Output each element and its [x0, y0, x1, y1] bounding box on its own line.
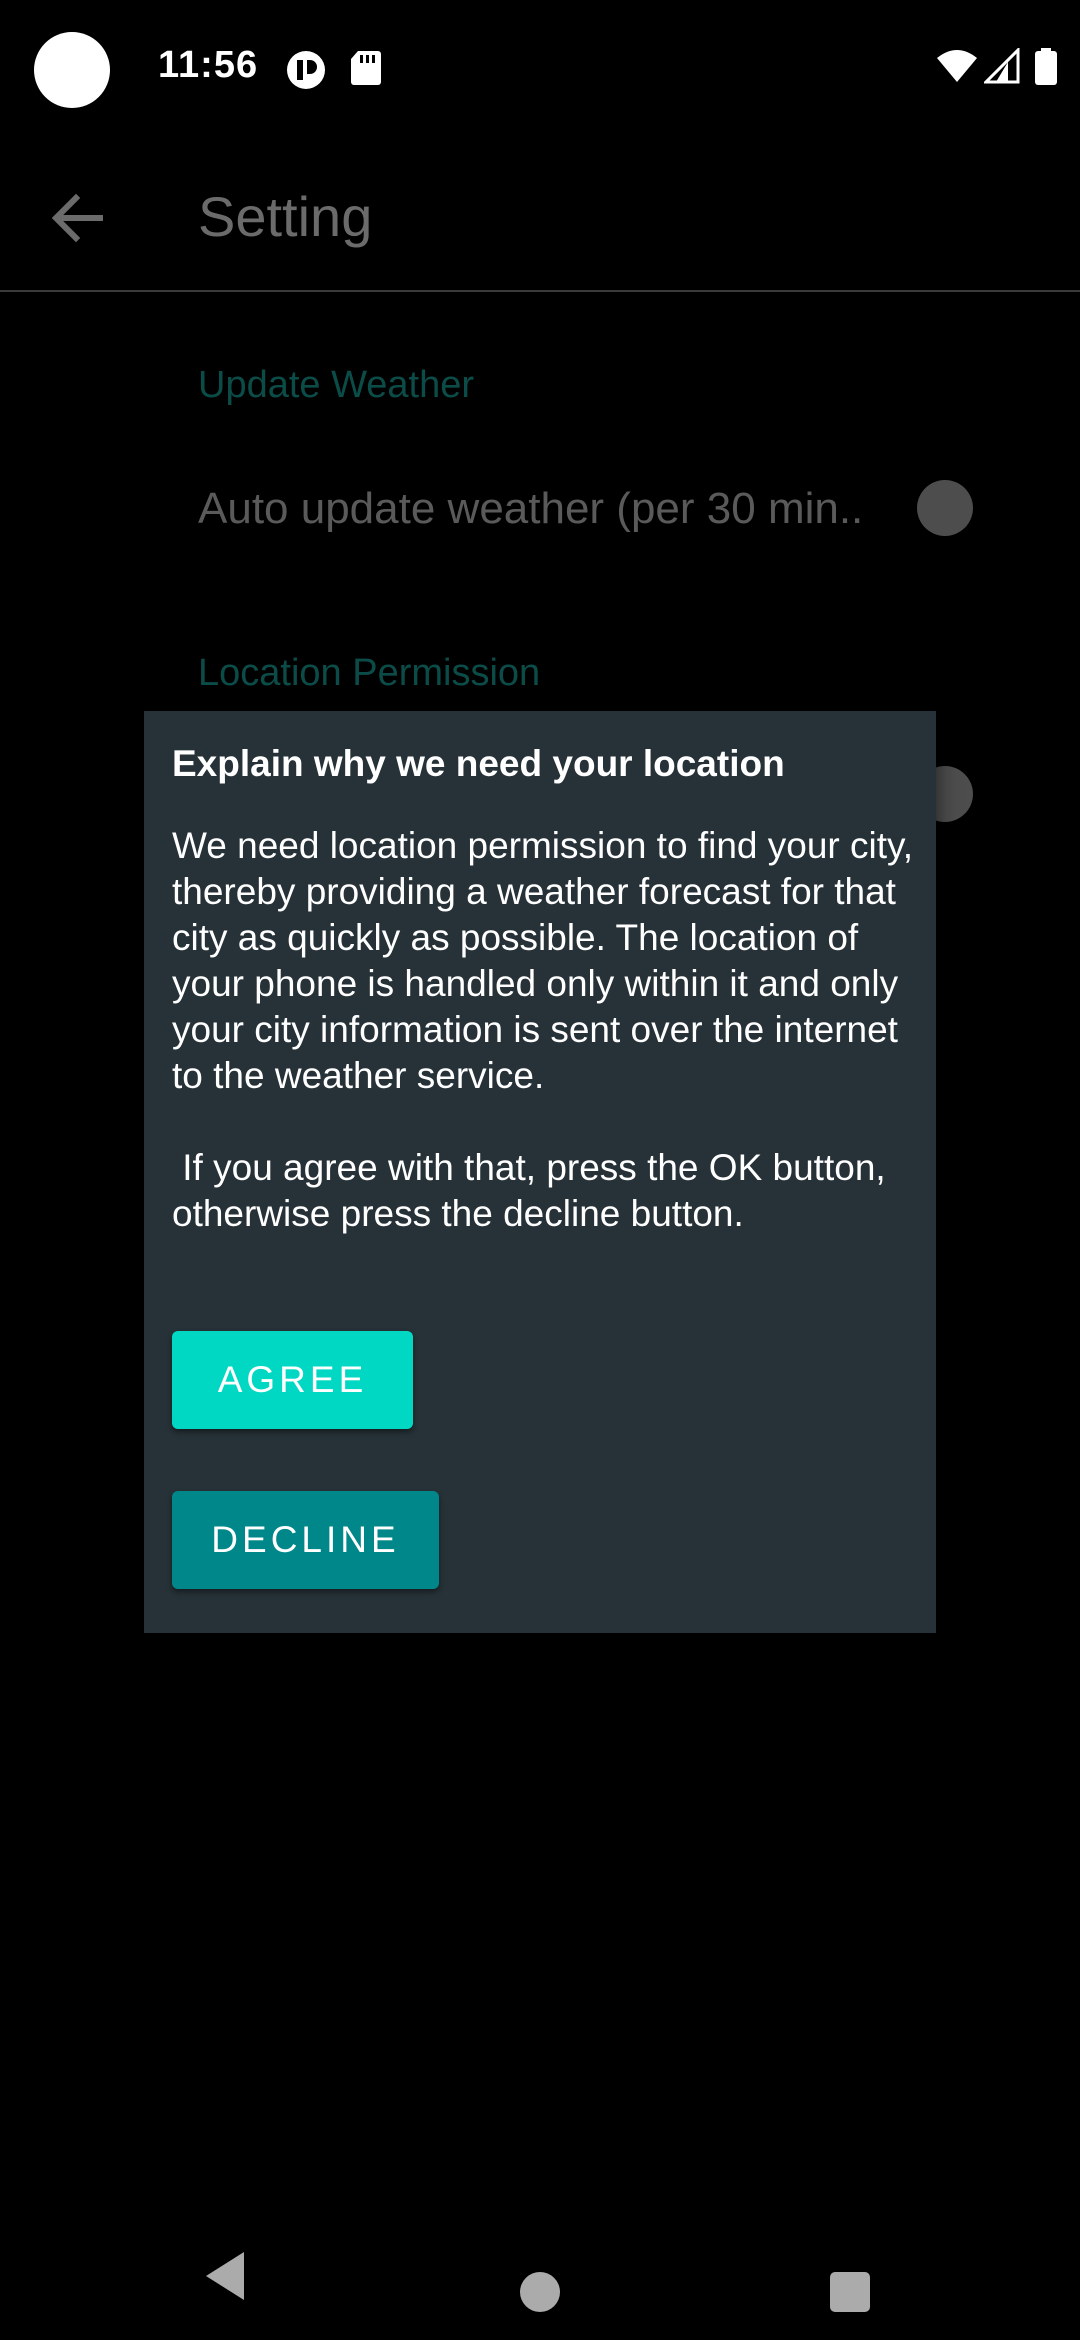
- dialog-title: Explain why we need your location: [172, 743, 785, 784]
- location-permission-dialog: Explain why we need your location We nee…: [144, 711, 936, 1633]
- screen: 11:56 Setting Update Weather Auto update…: [0, 0, 1080, 2340]
- signal-icon: [982, 46, 1020, 89]
- app-bar: Setting: [0, 140, 1080, 292]
- sd-card-icon: [350, 50, 382, 91]
- status-time: 11:56: [158, 44, 259, 86]
- nav-back-icon[interactable]: [204, 2250, 246, 2307]
- dialog-message: We need location permission to find your…: [172, 825, 914, 1234]
- nav-recents-icon[interactable]: [830, 2272, 870, 2312]
- section-header-update-weather: Update Weather: [198, 364, 475, 406]
- nav-home-icon[interactable]: [520, 2272, 560, 2312]
- page-title: Setting: [198, 185, 373, 248]
- decline-button[interactable]: DECLINE: [172, 1491, 439, 1589]
- back-button[interactable]: [40, 180, 116, 256]
- notification-app-icon: [286, 50, 326, 95]
- auto-update-label[interactable]: Auto update weather (per 30 min..: [198, 484, 863, 534]
- auto-update-toggle[interactable]: [917, 480, 973, 536]
- battery-icon: [1034, 48, 1058, 91]
- wifi-icon: [936, 48, 978, 89]
- agree-button[interactable]: AGREE: [172, 1331, 413, 1429]
- arrow-back-icon: [51, 193, 103, 243]
- status-bar: 11:56: [0, 0, 1080, 140]
- navigation-bar: [0, 2220, 1080, 2340]
- camera-cutout: [34, 32, 110, 108]
- section-header-location-permission: Location Permission: [198, 652, 541, 694]
